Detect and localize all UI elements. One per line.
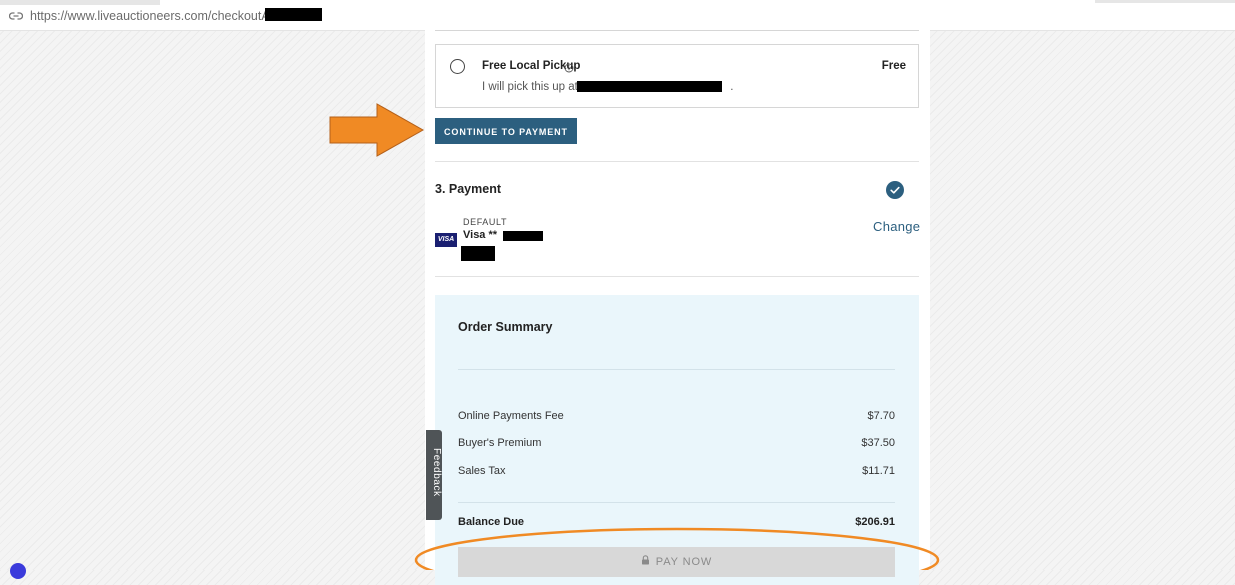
- redacted-url-part: [265, 8, 322, 21]
- redacted-address: [577, 81, 722, 92]
- change-payment-link[interactable]: Change: [873, 219, 920, 234]
- link-icon: [8, 9, 24, 27]
- section-divider: [435, 276, 919, 277]
- feedback-label: Feedback: [431, 448, 442, 497]
- balance-due-label: Balance Due: [458, 516, 525, 528]
- continue-to-payment-button[interactable]: CONTINUE TO PAYMENT: [435, 118, 577, 144]
- order-summary-title: Order Summary: [458, 320, 553, 334]
- summary-row-value: $37.50: [861, 437, 895, 449]
- redacted-card-number: [503, 231, 543, 241]
- floating-widget-icon[interactable]: [10, 563, 26, 579]
- browser-window-controls: [1095, 0, 1235, 3]
- order-summary: Order Summary Online Payments Fee $7.70 …: [435, 295, 919, 585]
- pickup-desc-prefix: I will pick this up at: [482, 81, 578, 93]
- summary-row-value: $7.70: [867, 410, 895, 422]
- summary-row-label: Sales Tax: [458, 465, 506, 477]
- balance-due-value: $206.91: [855, 516, 895, 528]
- card-number-label: Visa **: [463, 229, 498, 241]
- card-top-edge: [435, 30, 919, 31]
- browser-address-bar[interactable]: https://www.liveauctioneers.com/checkout…: [0, 0, 1235, 31]
- summary-row-label: Online Payments Fee: [458, 410, 564, 422]
- feedback-tab[interactable]: Feedback: [426, 430, 442, 520]
- pay-now-button[interactable]: PAY NOW: [458, 547, 895, 577]
- default-card-label: DEFAULT: [463, 217, 508, 227]
- payment-section-title: 3. Payment: [435, 182, 502, 196]
- summary-row-label: Buyer's Premium: [458, 437, 542, 449]
- browser-tab-strip: [0, 0, 160, 5]
- lock-icon: [641, 547, 650, 577]
- checkout-panel: Free Local Pickup Free I will pick this …: [425, 30, 930, 585]
- shipping-option-card[interactable]: Free Local Pickup Free I will pick this …: [435, 44, 919, 108]
- summary-divider: [458, 369, 895, 370]
- summary-row-value: $11.71: [862, 465, 895, 477]
- pay-now-label: PAY NOW: [655, 556, 713, 568]
- visa-logo: VISA: [435, 233, 457, 247]
- section-divider: [435, 161, 919, 162]
- pickup-price: Free: [881, 60, 906, 72]
- pickup-radio[interactable]: [450, 59, 465, 74]
- summary-divider: [458, 502, 895, 503]
- check-icon: [886, 181, 904, 199]
- info-icon[interactable]: [564, 60, 574, 78]
- url-text[interactable]: https://www.liveauctioneers.com/checkout…: [30, 9, 290, 23]
- redacted-card-expiry: [461, 246, 495, 261]
- annotation-arrow: [329, 103, 425, 157]
- pickup-desc-suffix: .: [730, 81, 734, 93]
